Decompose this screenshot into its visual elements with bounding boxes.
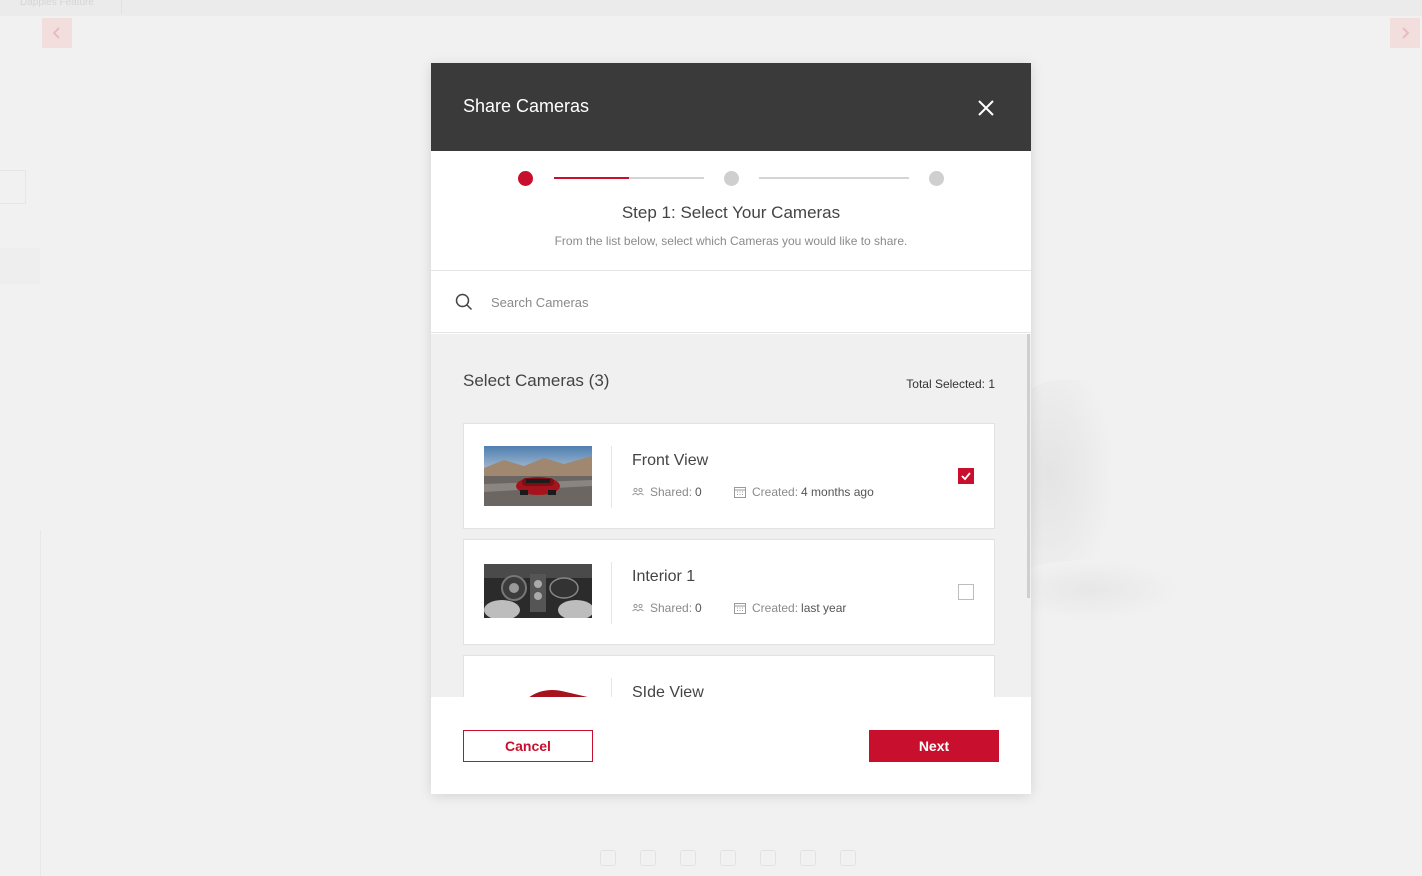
created-date: Created: last year	[734, 601, 846, 615]
camera-thumbnail	[484, 446, 592, 506]
card-divider	[611, 446, 612, 508]
people-icon	[632, 603, 644, 612]
background-sidebar-item	[0, 248, 40, 284]
shared-value: 0	[695, 601, 702, 615]
people-icon	[632, 487, 644, 496]
created-label: Created:	[752, 601, 799, 615]
camera-card[interactable]: SIde View	[463, 655, 995, 697]
created-value: 4 months ago	[801, 485, 874, 499]
scrollbar[interactable]	[1027, 334, 1030, 598]
camera-list: Select Cameras (3) Total Selected: 1 Fro…	[431, 334, 1031, 697]
camera-name: Interior 1	[632, 568, 696, 585]
list-heading: Select Cameras (3)	[463, 371, 610, 390]
step-title: Step 1: Select Your Cameras	[621, 203, 841, 222]
step-1-progress-fill	[554, 177, 629, 179]
stepper: Step 1: Select Your Cameras From the lis…	[431, 151, 1031, 271]
background-toolbar	[600, 850, 856, 866]
chevron-right-icon	[1402, 27, 1410, 39]
shared-value: 0	[695, 485, 702, 499]
calendar-icon	[734, 487, 746, 498]
background-tab-label: Dapples Feature	[20, 0, 94, 8]
dialog-title: Share Cameras	[463, 96, 590, 116]
search-bar	[431, 271, 1031, 333]
step-1-progress-track	[554, 177, 704, 179]
toolbar-icon	[680, 850, 696, 866]
step-2-progress-track	[759, 177, 909, 179]
created-value: last year	[801, 601, 847, 615]
checkmark-icon	[961, 472, 971, 481]
shared-label: Shared:	[650, 485, 693, 499]
dialog-header: Share Cameras	[431, 63, 1031, 151]
card-divider	[611, 562, 612, 624]
toolbar-icon	[640, 850, 656, 866]
search-input[interactable]	[491, 289, 991, 315]
background-next-button	[1390, 18, 1420, 48]
card-divider	[611, 678, 612, 697]
share-cameras-dialog: Share Cameras Step 1: Select Your Camera…	[431, 63, 1031, 794]
close-icon	[978, 100, 994, 116]
toolbar-icon	[600, 850, 616, 866]
toolbar-icon	[720, 850, 736, 866]
shared-count: Shared: 0	[632, 601, 702, 615]
camera-checkbox[interactable]	[958, 584, 974, 600]
toolbar-icon	[840, 850, 856, 866]
dialog-footer: Cancel Next	[431, 697, 1031, 794]
created-date: Created: 4 months ago	[734, 485, 874, 499]
total-selected: Total Selected: 1	[906, 377, 995, 391]
background-panel	[0, 170, 26, 204]
step-subtitle: From the list below, select which Camera…	[554, 234, 908, 248]
camera-thumbnail	[484, 564, 592, 618]
search-icon	[455, 293, 473, 311]
next-button[interactable]: Next	[869, 730, 999, 762]
background-divider	[40, 530, 41, 876]
chevron-left-icon	[52, 27, 60, 39]
step-3-indicator	[929, 171, 944, 186]
created-label: Created:	[752, 485, 799, 499]
background-topbar: Dapples Feature	[0, 0, 1422, 16]
cancel-button[interactable]: Cancel	[463, 730, 593, 762]
calendar-icon	[734, 603, 746, 614]
background-tab: Dapples Feature	[10, 0, 122, 14]
shared-count: Shared: 0	[632, 485, 702, 499]
camera-name: Front View	[632, 452, 709, 469]
camera-checkbox[interactable]	[958, 468, 974, 484]
camera-card[interactable]: Interior 1 Shared: 0 Created: last year	[463, 539, 995, 645]
camera-thumbnail	[484, 678, 592, 697]
camera-name: SIde View	[632, 684, 704, 697]
toolbar-icon	[800, 850, 816, 866]
close-button[interactable]	[971, 93, 1001, 123]
toolbar-icon	[760, 850, 776, 866]
background-prev-button	[42, 18, 72, 48]
shared-label: Shared:	[650, 601, 693, 615]
step-1-indicator	[518, 171, 533, 186]
camera-card[interactable]: Front View Shared: 0 Created: 4 months a…	[463, 423, 995, 529]
step-2-indicator	[724, 171, 739, 186]
